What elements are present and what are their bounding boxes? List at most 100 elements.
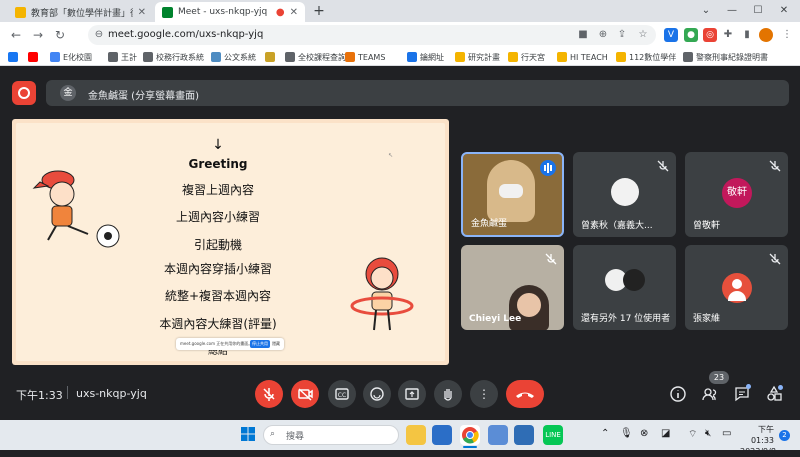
bookmark-item[interactable]: 112數位學伴 xyxy=(616,50,676,64)
bookmark-item[interactable]: HI TEACH xyxy=(557,50,608,64)
others-tile[interactable]: 還有另外 17 位使用者 xyxy=(573,245,676,330)
bookmark-icon xyxy=(265,52,275,62)
participant-tile[interactable]: 曾素秋（嘉義大... xyxy=(573,152,676,237)
store-icon[interactable] xyxy=(432,425,452,445)
forward-icon[interactable]: → xyxy=(30,27,46,43)
camera-in-use-icon[interactable]: ■ xyxy=(576,28,590,42)
more-options-button[interactable]: ⋮ xyxy=(470,380,498,408)
slide-line: 上週內容小練習 xyxy=(175,210,260,224)
bookmark-icon xyxy=(455,52,465,62)
meeting-info-button[interactable] xyxy=(668,384,688,404)
bookmark-item[interactable]: TEAMS xyxy=(345,50,385,64)
close-window-button[interactable]: ✕ xyxy=(772,3,796,19)
captions-button[interactable]: CC xyxy=(328,380,356,408)
record-indicator-icon: ● xyxy=(275,6,285,18)
bookmark-item[interactable]: 鑰網址 xyxy=(407,50,444,64)
participant-avatar xyxy=(611,178,639,206)
tab-meet[interactable]: Meet - uxs-nkqp-yjq ● ✕ xyxy=(155,2,305,22)
tray-date-text: 2023/9/8 xyxy=(740,447,776,456)
bookmark-item[interactable]: 王計 xyxy=(108,50,137,64)
profile-avatar-icon[interactable] xyxy=(759,28,773,42)
participant-tile[interactable]: Chieyi Lee xyxy=(461,245,564,330)
people-button[interactable] xyxy=(700,384,720,404)
hide-notice-button[interactable]: 隱藏 xyxy=(272,341,280,347)
extension-v-icon[interactable]: V xyxy=(664,28,678,42)
meet-favicon-icon xyxy=(162,6,173,18)
share-page-icon[interactable]: ⇪ xyxy=(615,28,629,42)
raise-hand-button[interactable] xyxy=(434,380,462,408)
reload-icon[interactable]: ↻ xyxy=(52,27,68,43)
show-hidden-icons-icon[interactable]: ⌃ xyxy=(601,428,609,439)
zoom-icon[interactable]: ⊕ xyxy=(596,28,610,42)
maximize-button[interactable]: ☐ xyxy=(746,3,770,19)
participant-avatar: 敬軒 xyxy=(722,178,752,208)
bookmark-item[interactable]: 全校課程查詢 xyxy=(285,50,346,64)
search-icon: ⌕ xyxy=(270,429,276,439)
girl-hula-hoop-illustration xyxy=(350,257,414,331)
close-tab-icon[interactable]: ✕ xyxy=(138,7,146,18)
bookmark-item[interactable] xyxy=(8,50,18,64)
muted-mic-icon xyxy=(768,158,782,172)
bookmark-label: 112數位學伴 xyxy=(629,52,677,62)
participant-tile[interactable]: 張家維 xyxy=(685,245,788,330)
extensions-puzzle-icon[interactable]: ✚ xyxy=(721,28,735,42)
tab-search-button[interactable]: ⌄ xyxy=(694,3,718,19)
bookmark-item[interactable] xyxy=(28,50,38,64)
microphone-toggle-button[interactable] xyxy=(255,380,283,408)
extension-record-icon[interactable]: ◎ xyxy=(703,28,717,42)
tab-digital-companion[interactable]: 教育部「數位學伴計畫」後臺管 ✕ xyxy=(8,2,153,22)
side-panel-icon[interactable]: ▮ xyxy=(740,28,754,42)
microphone-icon[interactable]: 🎙︎ xyxy=(620,428,633,439)
new-tab-button[interactable]: + xyxy=(310,3,328,21)
bookmark-item[interactable]: E化校園 xyxy=(50,50,92,64)
present-button[interactable] xyxy=(398,380,426,408)
tab-favicon-icon xyxy=(15,6,26,18)
file-explorer-icon[interactable] xyxy=(406,425,426,445)
bookmark-item[interactable]: 公文系統 xyxy=(211,50,256,64)
sharing-notice-bar: meet.google.com 正在共用你的畫面。 停止共用 隱藏 xyxy=(176,338,284,350)
mic-off-icon xyxy=(263,388,275,401)
bookmark-label: 鑰網址 xyxy=(420,52,444,62)
presenter-label: 金魚鹹蛋 (分享螢幕畫面) xyxy=(88,91,199,102)
stop-sharing-button[interactable]: 停止共用 xyxy=(250,340,270,348)
notification-count-badge[interactable]: 2 xyxy=(779,430,790,441)
close-tab-icon[interactable]: ✕ xyxy=(290,7,298,18)
tray-close-icon[interactable]: ⊗ xyxy=(640,428,648,439)
bookmark-item[interactable]: 研究計畫 xyxy=(455,50,500,64)
remote-app-icon[interactable] xyxy=(514,425,534,445)
start-button[interactable] xyxy=(240,426,256,442)
volume-muted-icon[interactable]: 🔇︎ xyxy=(705,428,711,439)
wifi-icon[interactable]: ⌔ xyxy=(688,428,697,441)
divider xyxy=(67,386,68,399)
bookmark-item[interactable] xyxy=(265,50,275,64)
minimize-button[interactable]: — xyxy=(720,3,744,19)
app-icon[interactable] xyxy=(488,425,508,445)
browser-menu-icon[interactable]: ⋮ xyxy=(780,28,794,42)
hand-icon xyxy=(444,389,452,401)
tray-clock[interactable]: 下午 01:33 2023/9/8 xyxy=(740,424,776,457)
line-app-icon[interactable]: LINE xyxy=(543,425,563,445)
battery-icon[interactable]: ▭ xyxy=(722,428,731,439)
bookmark-star-icon[interactable]: ☆ xyxy=(636,28,650,42)
participant-avatar xyxy=(722,273,752,303)
chrome-icon[interactable] xyxy=(460,425,480,445)
bookmark-item[interactable]: 校務行政系統 xyxy=(143,50,204,64)
taskbar-search-box[interactable] xyxy=(263,425,399,445)
url-text[interactable]: meet.google.com/uxs-nkqp-yjq xyxy=(108,29,263,40)
extension-google-icon[interactable]: ● xyxy=(684,28,698,42)
tray-app-icon[interactable]: ◪ xyxy=(661,428,670,439)
participant-tile[interactable]: 敬軒 曾敬軒 xyxy=(685,152,788,237)
bookmark-icon xyxy=(407,52,417,62)
participant-name: 張家維 xyxy=(693,314,721,324)
bookmark-icon xyxy=(557,52,567,62)
back-icon[interactable]: ← xyxy=(8,27,24,43)
bookmark-icon xyxy=(108,52,118,62)
bookmark-item[interactable]: 警察刑事紀錄證明書 xyxy=(683,50,768,64)
reactions-button[interactable] xyxy=(363,380,391,408)
face-mask xyxy=(499,184,523,198)
leave-call-button[interactable] xyxy=(506,380,544,408)
camera-toggle-button[interactable] xyxy=(291,380,319,408)
site-info-icon[interactable]: ⊖ xyxy=(92,28,106,42)
participant-tile[interactable]: 金魚鹹蛋 xyxy=(461,152,564,237)
bookmark-item[interactable]: 行天宮 xyxy=(508,50,545,64)
